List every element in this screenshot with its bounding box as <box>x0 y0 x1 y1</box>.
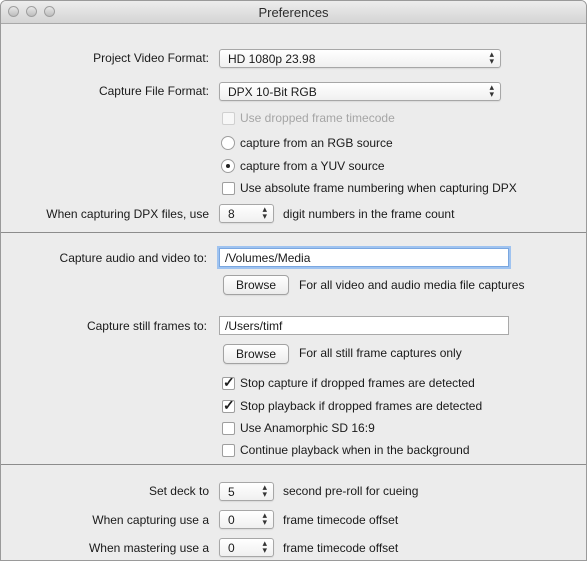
preferences-window: Preferences Project Video Format: HD 108… <box>0 0 587 561</box>
updown-arrows-icon: ▴ ▾ <box>262 510 267 527</box>
browse-stills-button[interactable]: Browse <box>223 344 289 364</box>
use-dropped-timecode-checkbox[interactable] <box>222 112 235 125</box>
mastering-offset-value: 0 <box>228 541 235 555</box>
updown-arrows-icon: ▴ ▾ <box>489 82 494 99</box>
project-video-format-label: Project Video Format: <box>93 51 209 65</box>
capture-audio-video-label: Capture audio and video to: <box>59 251 207 265</box>
anamorphic-label: Use Anamorphic SD 16:9 <box>240 421 375 435</box>
dpx-digits-select[interactable]: 8 ▴ ▾ <box>219 204 274 223</box>
capturing-offset-label: When capturing use a <box>92 513 209 527</box>
stop-capture-label: Stop capture if dropped frames are detec… <box>240 376 475 390</box>
dpx-digits-label: When capturing DPX files, use <box>46 207 209 221</box>
separator <box>1 464 586 465</box>
yuv-source-label: capture from a YUV source <box>240 159 385 173</box>
preroll-suffix: second pre-roll for cueing <box>283 484 419 498</box>
yuv-source-radio[interactable] <box>221 159 235 173</box>
capturing-offset-suffix: frame timecode offset <box>283 513 399 527</box>
mastering-offset-suffix: frame timecode offset <box>283 541 399 555</box>
window-title: Preferences <box>258 5 329 20</box>
updown-arrows-icon: ▴ ▾ <box>262 538 267 555</box>
preroll-value: 5 <box>228 485 235 499</box>
continue-playback-checkbox[interactable] <box>222 444 235 457</box>
updown-arrows-icon: ▴ ▾ <box>489 49 494 66</box>
project-video-format-select[interactable]: HD 1080p 23.98 ▴ ▾ <box>219 49 501 68</box>
absolute-numbering-checkbox[interactable] <box>222 182 235 195</box>
project-video-format-value: HD 1080p 23.98 <box>228 52 316 66</box>
rgb-source-radio[interactable] <box>221 136 235 150</box>
stop-playback-label: Stop playback if dropped frames are dete… <box>240 399 483 413</box>
updown-arrows-icon: ▴ ▾ <box>262 482 267 499</box>
updown-arrows-icon: ▴ ▾ <box>262 204 267 221</box>
capture-still-frames-label: Capture still frames to: <box>86 319 207 333</box>
mastering-offset-select[interactable]: 0 ▴ ▾ <box>219 538 274 557</box>
use-dropped-timecode-label: Use dropped frame timecode <box>240 111 395 125</box>
capture-audio-video-path-input[interactable]: /Volumes/Media <box>219 248 509 267</box>
absolute-numbering-label: Use absolute frame numbering when captur… <box>240 181 517 195</box>
capture-file-format-select[interactable]: DPX 10-Bit RGB ▴ ▾ <box>219 82 501 101</box>
capture-still-frames-path-input[interactable]: /Users/timf <box>219 316 509 335</box>
capturing-offset-value: 0 <box>228 513 235 527</box>
capture-file-format-value: DPX 10-Bit RGB <box>228 85 317 99</box>
set-deck-label: Set deck to <box>148 484 209 498</box>
capture-file-format-label: Capture File Format: <box>98 84 209 98</box>
rgb-source-label: capture from an RGB source <box>240 136 393 150</box>
preroll-select[interactable]: 5 ▴ ▾ <box>219 482 274 501</box>
anamorphic-checkbox[interactable] <box>222 422 235 435</box>
dpx-digits-value: 8 <box>228 207 235 221</box>
capturing-offset-select[interactable]: 0 ▴ ▾ <box>219 510 274 529</box>
mastering-offset-label: When mastering use a <box>88 541 209 555</box>
dpx-digits-suffix: digit numbers in the frame count <box>283 207 455 221</box>
browse-stills-description: For all still frame captures only <box>299 346 462 360</box>
continue-playback-label: Continue playback when in the background <box>240 443 470 457</box>
capture-audio-video-path-value: /Volumes/Media <box>225 251 311 265</box>
browse-media-description: For all video and audio media file captu… <box>299 278 525 292</box>
stop-capture-checkbox[interactable] <box>222 374 235 391</box>
title-bar: Preferences <box>1 1 586 24</box>
browse-media-button[interactable]: Browse <box>223 275 289 295</box>
separator <box>1 232 586 233</box>
capture-still-frames-path-value: /Users/timf <box>225 319 283 333</box>
stop-playback-checkbox[interactable] <box>222 397 235 414</box>
